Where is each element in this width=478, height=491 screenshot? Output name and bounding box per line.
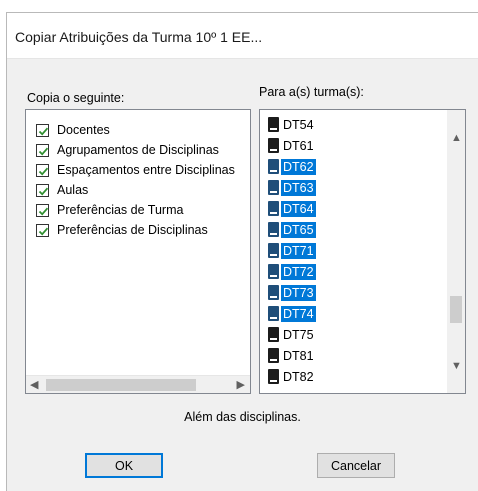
book-icon xyxy=(268,138,279,153)
title-bar: Copiar Atribuições da Turma 10º 1 EE... xyxy=(7,13,478,59)
option-label: Espaçamentos entre Disciplinas xyxy=(57,163,235,177)
book-icon xyxy=(268,327,279,342)
option-label: Docentes xyxy=(57,123,110,137)
scroll-up-icon[interactable]: ▲ xyxy=(451,132,462,144)
class-item[interactable]: DT74 xyxy=(268,303,316,324)
option-label: Aulas xyxy=(57,183,89,197)
class-item[interactable]: DT62 xyxy=(268,156,316,177)
ok-button[interactable]: OK xyxy=(85,453,163,478)
book-icon xyxy=(268,180,279,195)
class-item[interactable]: DT65 xyxy=(268,219,316,240)
checkbox-checked-icon[interactable] xyxy=(36,183,49,197)
window-title: Copiar Atribuições da Turma 10º 1 EE... xyxy=(15,29,263,45)
scroll-left-icon[interactable]: ◀ xyxy=(30,378,38,391)
scroll-right-icon[interactable]: ▶ xyxy=(237,378,245,391)
info-note: Além das disciplinas. xyxy=(184,410,301,424)
book-icon xyxy=(268,243,279,258)
class-label: DT72 xyxy=(281,263,316,280)
class-item[interactable]: DT54 xyxy=(268,114,316,135)
class-label: DT71 xyxy=(281,242,316,259)
option-docentes[interactable]: Docentes xyxy=(36,120,110,140)
copy-options-list: Docentes Agrupamentos de Disciplinas Esp… xyxy=(25,109,251,394)
class-item[interactable]: DT71 xyxy=(268,240,316,261)
book-icon xyxy=(268,348,279,363)
option-agrupamentos[interactable]: Agrupamentos de Disciplinas xyxy=(36,140,219,160)
class-item[interactable]: DT75 xyxy=(268,324,316,345)
checkbox-checked-icon[interactable] xyxy=(36,123,49,137)
class-item[interactable]: DT73 xyxy=(268,282,316,303)
book-icon xyxy=(268,285,279,300)
vertical-scrollbar[interactable]: ▲ ▼ xyxy=(447,110,465,393)
class-label: DT63 xyxy=(281,179,316,196)
class-label: DT54 xyxy=(283,117,314,132)
option-espacamentos[interactable]: Espaçamentos entre Disciplinas xyxy=(36,160,235,180)
copy-dialog: Copiar Atribuições da Turma 10º 1 EE... … xyxy=(6,12,478,491)
class-label: DT81 xyxy=(283,348,314,363)
checkbox-checked-icon[interactable] xyxy=(36,223,49,237)
option-preferencias-disciplinas[interactable]: Preferências de Disciplinas xyxy=(36,220,208,240)
vertical-scroll-thumb[interactable] xyxy=(450,296,462,323)
book-icon xyxy=(268,201,279,216)
class-label: DT82 xyxy=(283,369,314,384)
option-label: Preferências de Disciplinas xyxy=(57,223,208,237)
book-icon xyxy=(268,306,279,321)
option-label: Agrupamentos de Disciplinas xyxy=(57,143,219,157)
class-item[interactable]: DT61 xyxy=(268,135,316,156)
horizontal-scroll-thumb[interactable] xyxy=(46,379,196,391)
class-item[interactable]: DT82 xyxy=(268,366,316,387)
target-classes-list: DT54 DT61 DT62 DT63 DT64 DT65 DT71 DT72 … xyxy=(259,109,466,394)
scroll-down-icon[interactable]: ▼ xyxy=(451,360,462,372)
class-label: DT73 xyxy=(281,284,316,301)
option-label: Preferências de Turma xyxy=(57,203,184,217)
horizontal-scrollbar[interactable]: ◀ ▶ xyxy=(26,375,250,393)
class-label: DT74 xyxy=(281,305,316,322)
class-label: DT61 xyxy=(283,138,314,153)
class-item[interactable]: DT81 xyxy=(268,345,316,366)
class-item[interactable]: DT64 xyxy=(268,198,316,219)
option-preferencias-turma[interactable]: Preferências de Turma xyxy=(36,200,183,220)
class-item[interactable]: DT63 xyxy=(268,177,316,198)
class-item[interactable]: DT72 xyxy=(268,261,316,282)
class-label: DT62 xyxy=(281,158,316,175)
book-icon xyxy=(268,369,279,384)
class-label: DT64 xyxy=(281,200,316,217)
checkbox-checked-icon[interactable] xyxy=(36,203,49,217)
target-classes-label: Para a(s) turma(s): xyxy=(259,85,364,99)
class-label: DT65 xyxy=(281,221,316,238)
book-icon xyxy=(268,159,279,174)
book-icon xyxy=(268,264,279,279)
cancel-button[interactable]: Cancelar xyxy=(317,453,395,478)
class-label: DT75 xyxy=(283,327,314,342)
checkbox-checked-icon[interactable] xyxy=(36,143,49,157)
copy-options-label: Copia o seguinte: xyxy=(27,91,125,105)
book-icon xyxy=(268,222,279,237)
option-aulas[interactable]: Aulas xyxy=(36,180,88,200)
checkbox-checked-icon[interactable] xyxy=(36,163,49,177)
book-icon xyxy=(268,117,279,132)
